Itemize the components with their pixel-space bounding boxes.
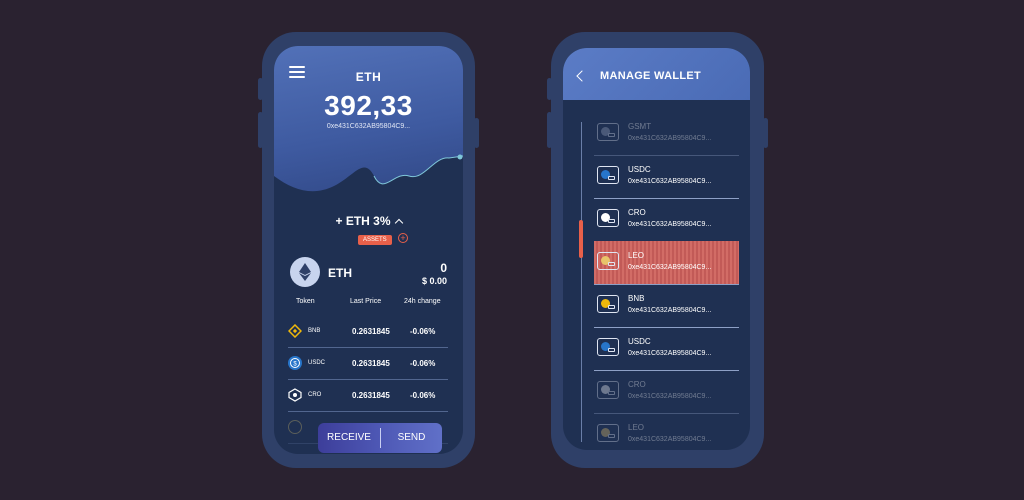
action-bar: RECEIVE SEND [318, 423, 442, 453]
wallet-name: GSMT [628, 122, 652, 131]
wallet-address: 0xe431C632AB95804C9... [326, 123, 411, 130]
token-symbol: BNB [308, 328, 321, 334]
token-row[interactable]: BNB 0.2631845 -0.06% [287, 316, 448, 348]
token-price: 0.2631845 [352, 391, 390, 400]
wallet-item[interactable]: LEO 0xe431C632AB95804C9... [594, 241, 739, 285]
wallet-slot-icon [608, 348, 615, 352]
balance-value: 392,33 [324, 90, 413, 121]
assets-badge[interactable]: ASSETS [358, 235, 392, 245]
volume-button [258, 78, 263, 100]
wallet-address: 0xe431C632AB95804C9... [628, 350, 712, 357]
wallet-address: 0xe431C632AB95804C9... [628, 221, 712, 228]
asset-amount: 0 [440, 261, 447, 275]
wallet-name: CRO [628, 208, 646, 217]
manage-wallet-phone: MANAGE WALLET GSMT 0xe431C632AB95804C9...… [547, 32, 768, 468]
wallet-item[interactable]: USDC 0xe431C632AB95804C9... [594, 155, 739, 199]
wallet-name: CRO [628, 380, 646, 389]
asset-name: ETH [328, 266, 352, 280]
balance-hero: ETH 392,33 0xe431C632AB95804C9... [274, 46, 463, 206]
page-title: MANAGE WALLET [600, 70, 702, 82]
volume-button [258, 112, 263, 148]
manage-wallet-header: MANAGE WALLET [563, 48, 750, 100]
wallet-slot-icon [608, 176, 615, 180]
change-toggle[interactable]: + ETH 3% [274, 214, 463, 228]
wallet-address: 0xe431C632AB95804C9... [628, 436, 712, 443]
wallet-address: 0xe431C632AB95804C9... [628, 264, 712, 271]
wallet-icon [597, 381, 619, 399]
wallet-name: BNB [628, 294, 645, 303]
wallet-name: USDC [628, 337, 651, 346]
back-icon[interactable] [576, 70, 588, 82]
wallet-icon [597, 338, 619, 356]
volume-button [547, 78, 552, 100]
token-price: 0.2631845 [352, 327, 390, 336]
token-symbol: CRO [308, 392, 322, 398]
token-price: 0.2631845 [352, 359, 390, 368]
asset-usd-value: $ 0.00 [421, 276, 447, 286]
column-last-price: Last Price [350, 298, 382, 305]
column-token: Token [296, 298, 315, 305]
token-row[interactable]: $ USDC 0.2631845 -0.06% [288, 348, 448, 380]
wallet-icon [597, 209, 619, 227]
wallet-icon [597, 123, 619, 141]
wallet-item[interactable]: GSMT 0xe431C632AB95804C9... [594, 112, 739, 156]
add-asset-icon[interactable]: + [398, 233, 408, 243]
token-row[interactable]: CRO 0.2631845 -0.06% [288, 380, 448, 412]
wallet-icon [597, 166, 619, 184]
scroll-track[interactable] [581, 122, 582, 442]
cro-icon [288, 388, 302, 402]
receive-button[interactable]: RECEIVE [318, 423, 380, 453]
wallet-slot-icon [608, 133, 615, 137]
token-change: -0.06% [410, 391, 436, 400]
scroll-thumb[interactable] [579, 220, 583, 258]
wallet-address: 0xe431C632AB95804C9... [628, 135, 712, 142]
ethereum-icon [299, 263, 311, 281]
wallet-item[interactable]: CRO 0xe431C632AB95804C9... [594, 370, 739, 414]
send-button[interactable]: SEND [381, 423, 442, 453]
column-24h-change: 24h change [404, 298, 441, 305]
wallet-slot-icon [608, 391, 615, 395]
token-change: -0.06% [410, 359, 436, 368]
bnb-icon [287, 323, 303, 339]
leo-icon [288, 420, 302, 434]
wallet-item[interactable]: LEO 0xe431C632AB95804C9... [594, 413, 739, 450]
wallet-address: 0xe431C632AB95804C9... [628, 178, 712, 185]
wallet-address: 0xe431C632AB95804C9... [628, 393, 712, 400]
eth-avatar [290, 257, 320, 287]
chevron-up-icon [394, 218, 403, 228]
wallet-slot-icon [608, 262, 615, 266]
wallet-icon [597, 424, 619, 442]
wallet-name: USDC [628, 165, 651, 174]
wallet-icon [597, 252, 619, 270]
wallet-phone: ETH 392,33 0xe431C632AB95804C9... + ETH … [258, 32, 479, 468]
volume-button [547, 112, 552, 148]
power-button [763, 118, 768, 148]
price-wave-chart [274, 154, 463, 206]
change-text: + ETH 3% [335, 214, 391, 228]
wallet-item[interactable]: CRO 0xe431C632AB95804C9... [594, 198, 739, 242]
wallet-slot-icon [608, 219, 615, 223]
wallet-name: LEO [628, 423, 645, 432]
wallet-slot-icon [608, 434, 615, 438]
wallet-item[interactable]: USDC 0xe431C632AB95804C9... [594, 327, 739, 371]
token-change: -0.06% [410, 327, 436, 336]
token-symbol: USDC [308, 360, 326, 366]
wallet-title: ETH [355, 70, 382, 84]
svg-text:$: $ [293, 362, 297, 368]
power-button [474, 118, 479, 148]
wallet-item[interactable]: BNB 0xe431C632AB95804C9... [594, 284, 739, 328]
wallet-name: LEO [628, 251, 645, 260]
usdc-icon: $ [288, 356, 302, 370]
wallet-slot-icon [608, 305, 615, 309]
wallet-address: 0xe431C632AB95804C9... [628, 307, 712, 314]
wallet-screen: ETH 392,33 0xe431C632AB95804C9... + ETH … [274, 46, 463, 454]
manage-wallet-screen: MANAGE WALLET GSMT 0xe431C632AB95804C9...… [563, 48, 750, 450]
wallet-icon [597, 295, 619, 313]
